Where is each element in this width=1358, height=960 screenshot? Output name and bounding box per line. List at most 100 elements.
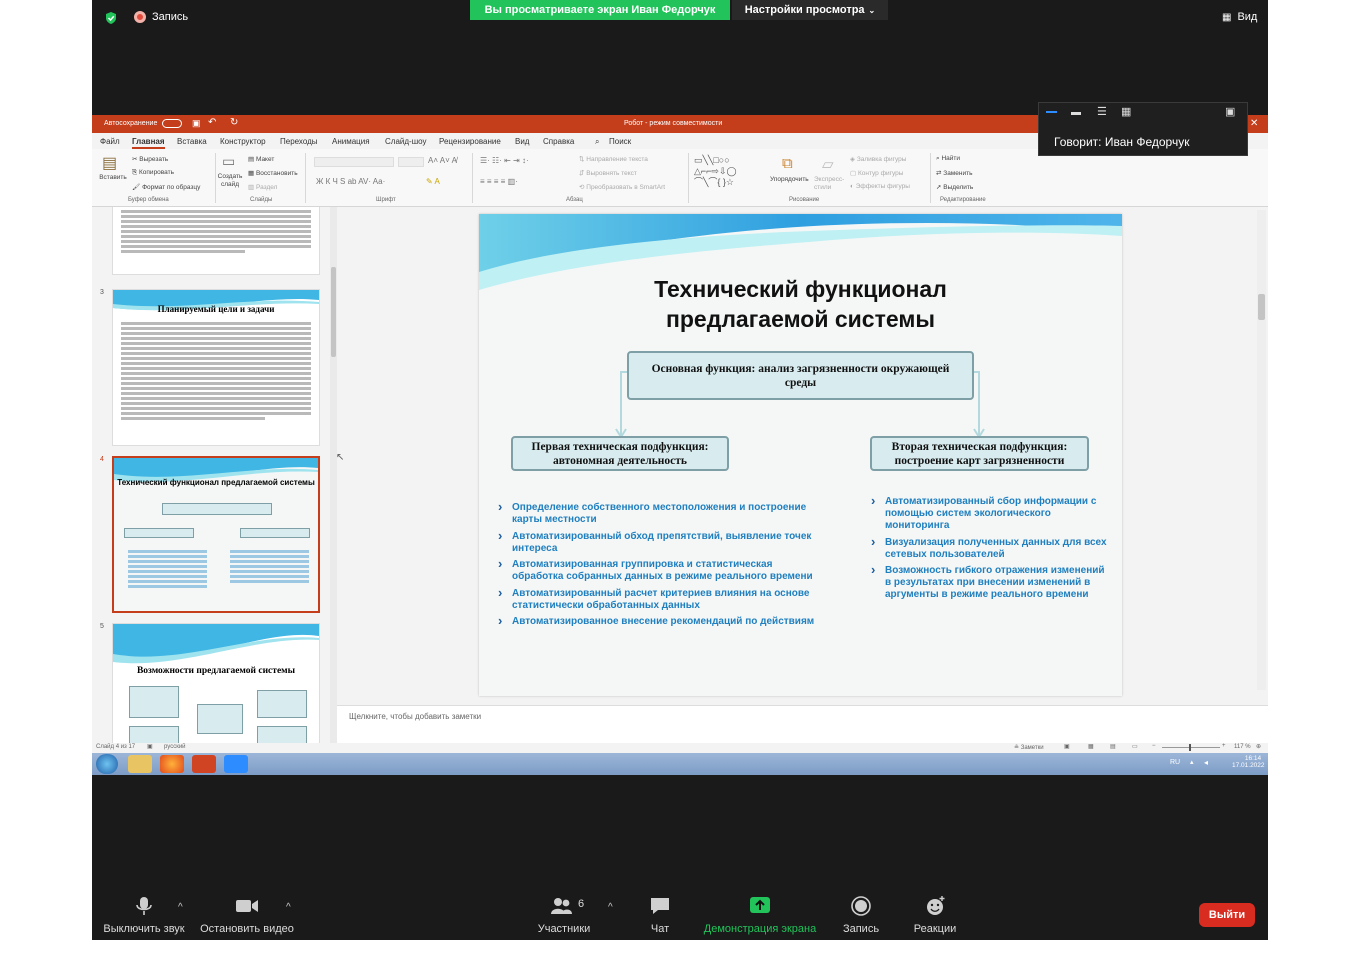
gallery-view-icon[interactable]: ▦ <box>1121 105 1131 118</box>
font-size-input[interactable] <box>398 157 424 167</box>
zoom-percent[interactable]: 117 % <box>1234 744 1251 750</box>
quick-styles-icon[interactable]: ▱ <box>822 155 834 173</box>
slide-thumbnail-2[interactable] <box>112 207 320 275</box>
cut-button[interactable]: ✂ Вырезать <box>132 155 168 163</box>
notes-placeholder[interactable]: Щелкните, чтобы добавить заметки <box>349 712 481 721</box>
font-style-icons[interactable]: Ж К Ч S ab AV· Aa· <box>316 177 385 186</box>
input-language[interactable]: RU <box>1170 759 1180 766</box>
tray-arrow-icon[interactable]: ▴ <box>1190 758 1194 766</box>
save-icon[interactable]: ▣ <box>192 118 201 129</box>
zoom-out-icon[interactable]: − <box>1152 743 1156 749</box>
zoom-app-icon[interactable] <box>224 755 248 773</box>
tab-animation[interactable]: Анимация <box>332 137 370 146</box>
copy-button[interactable]: ⎘ Копировать <box>132 169 174 177</box>
align-text-button[interactable]: ⇵ Выровнять текст <box>579 169 637 177</box>
tab-home[interactable]: Главная <box>132 137 165 149</box>
volume-icon[interactable]: ◂ <box>1204 758 1208 767</box>
tab-search[interactable]: Поиск <box>609 137 631 146</box>
language-label[interactable]: русский <box>164 744 186 750</box>
stop-video-button[interactable]: Остановить видео <box>198 895 296 935</box>
quick-styles-label[interactable]: Экспресс-стили <box>814 176 848 192</box>
reading-view-icon[interactable]: ▤ <box>1110 743 1116 750</box>
shapes-gallery[interactable]: ▭╲╲□○○ △⌐⌐⇨⇩◯ ⌒╲⌒{ }☆ <box>694 155 764 188</box>
zoom-slider[interactable] <box>1162 747 1220 748</box>
view-button[interactable]: ▦ Вид <box>1222 11 1257 23</box>
normal-view-icon[interactable]: ▣ <box>1064 743 1070 750</box>
participants-options-chevron-icon[interactable]: ^ <box>608 902 613 913</box>
shape-fill-button[interactable]: ◈ Заливка фигуры <box>850 155 906 163</box>
spellcheck-icon[interactable]: ▣ <box>147 743 153 750</box>
reactions-button[interactable]: Реакции <box>908 895 962 935</box>
audio-options-chevron-icon[interactable]: ^ <box>178 902 183 913</box>
minimize-icon[interactable] <box>1046 111 1057 113</box>
zoom-in-icon[interactable]: + <box>1222 743 1226 749</box>
font-name-input[interactable] <box>314 157 394 167</box>
notes-pane[interactable]: Щелкните, чтобы добавить заметки <box>337 705 1268 743</box>
shape-outline-button[interactable]: ▢ Контур фигуры <box>850 169 903 177</box>
reset-button[interactable]: ▦ Восстановить <box>248 169 298 177</box>
undo-icon[interactable]: ↶ <box>208 117 216 128</box>
zoom-slider-thumb[interactable] <box>1189 744 1191 751</box>
slide-thumbnail-5[interactable]: Возможности предлагаемой системы <box>112 623 320 743</box>
mute-button[interactable]: Выключить звук <box>100 895 188 935</box>
tab-slideshow[interactable]: Слайд-шоу <box>385 137 426 146</box>
layout-button[interactable]: ▤ Макет <box>248 155 274 163</box>
highlight-icon[interactable]: ✎ A <box>426 177 440 186</box>
find-button[interactable]: ⌕ Найти <box>936 155 960 163</box>
powerpoint-icon[interactable] <box>192 755 216 773</box>
align-icons[interactable]: ≡ ≡ ≡ ≡ ▥· <box>480 177 518 186</box>
arrange-label[interactable]: Упорядочить <box>770 176 809 183</box>
text-direction-button[interactable]: ⇅ Направление текста <box>579 155 648 163</box>
paste-label[interactable]: Вставить <box>96 174 130 181</box>
chat-button[interactable]: Чат <box>640 895 680 935</box>
tray-clock[interactable]: 16:14 17.01.2022 <box>1232 755 1266 769</box>
tab-design[interactable]: Конструктор <box>220 137 266 146</box>
explorer-icon[interactable] <box>128 755 152 773</box>
new-slide-icon[interactable]: ▭ <box>222 153 235 170</box>
tab-view[interactable]: Вид <box>515 137 529 146</box>
video-options-chevron-icon[interactable]: ^ <box>286 902 291 913</box>
start-button-icon[interactable] <box>96 754 118 774</box>
current-slide[interactable]: Технический функционал предлагаемой сист… <box>479 214 1122 696</box>
view-options-button[interactable]: Настройки просмотра ⌄ <box>732 0 888 20</box>
slide-scrollbar[interactable] <box>1257 210 1266 690</box>
thumbnails-scrollbar[interactable] <box>330 207 337 743</box>
speaker-video-panel[interactable]: ▬ ☰ ▦ ▣ Говорит: Иван Федорчук <box>1038 102 1248 156</box>
new-slide-label[interactable]: Создать слайд <box>216 173 244 189</box>
list-icons[interactable]: ☰· ☷· ⇤ ⇥ ↕· <box>480 156 529 165</box>
record-button[interactable]: Запись <box>836 895 886 935</box>
paste-icon[interactable]: ▤ <box>102 153 117 173</box>
tab-insert[interactable]: Вставка <box>177 137 207 146</box>
font-grow-icon[interactable]: A˄ A˅ A̸ <box>428 156 457 165</box>
fit-slide-icon[interactable]: ⊕ <box>1256 743 1261 750</box>
stacked-view-icon[interactable]: ☰ <box>1097 105 1107 118</box>
recording-indicator[interactable]: Запись <box>134 11 188 23</box>
format-painter-button[interactable]: 🖌 Формат по образцу <box>132 183 200 191</box>
exit-minimized-icon[interactable]: ▣ <box>1225 105 1235 118</box>
slideshow-view-icon[interactable]: ▭ <box>1132 743 1138 750</box>
section-button[interactable]: ▥ Раздел <box>248 183 277 191</box>
participants-button[interactable]: Участники <box>524 895 604 935</box>
slide-thumbnail-4-selected[interactable]: Технический функционал предлагаемой сист… <box>112 456 320 613</box>
arrange-icon[interactable]: ⧉ <box>782 155 793 172</box>
firefox-icon[interactable] <box>160 755 184 773</box>
leave-button[interactable]: Выйти <box>1199 903 1255 927</box>
smartart-button[interactable]: ⟲ Преобразовать в SmartArt <box>579 183 665 191</box>
tab-file[interactable]: Файл <box>100 137 120 146</box>
autosave-toggle[interactable] <box>162 119 182 128</box>
sorter-view-icon[interactable]: ▦ <box>1088 743 1094 750</box>
tab-help[interactable]: Справка <box>543 137 574 146</box>
tab-review[interactable]: Рецензирование <box>439 137 501 146</box>
replace-button[interactable]: ⇄ Заменить <box>936 169 972 177</box>
security-indicator[interactable] <box>104 11 118 25</box>
select-button[interactable]: ➚ Выделить <box>936 183 973 191</box>
share-screen-button[interactable]: Демонстрация экрана <box>698 895 822 935</box>
search-icon[interactable]: ⌕ <box>595 137 599 147</box>
shape-effects-button[interactable]: ◐ Эффекты фигуры <box>850 183 910 190</box>
single-view-icon[interactable]: ▬ <box>1071 107 1081 118</box>
close-icon[interactable]: ✕ <box>1250 118 1258 129</box>
notes-toggle[interactable]: ≗ Заметки <box>1014 744 1044 751</box>
tab-transitions[interactable]: Переходы <box>280 137 318 146</box>
slide-thumbnail-3[interactable]: Планируемый цели и задачи <box>112 289 320 446</box>
redo-icon[interactable]: ↻ <box>230 117 238 128</box>
